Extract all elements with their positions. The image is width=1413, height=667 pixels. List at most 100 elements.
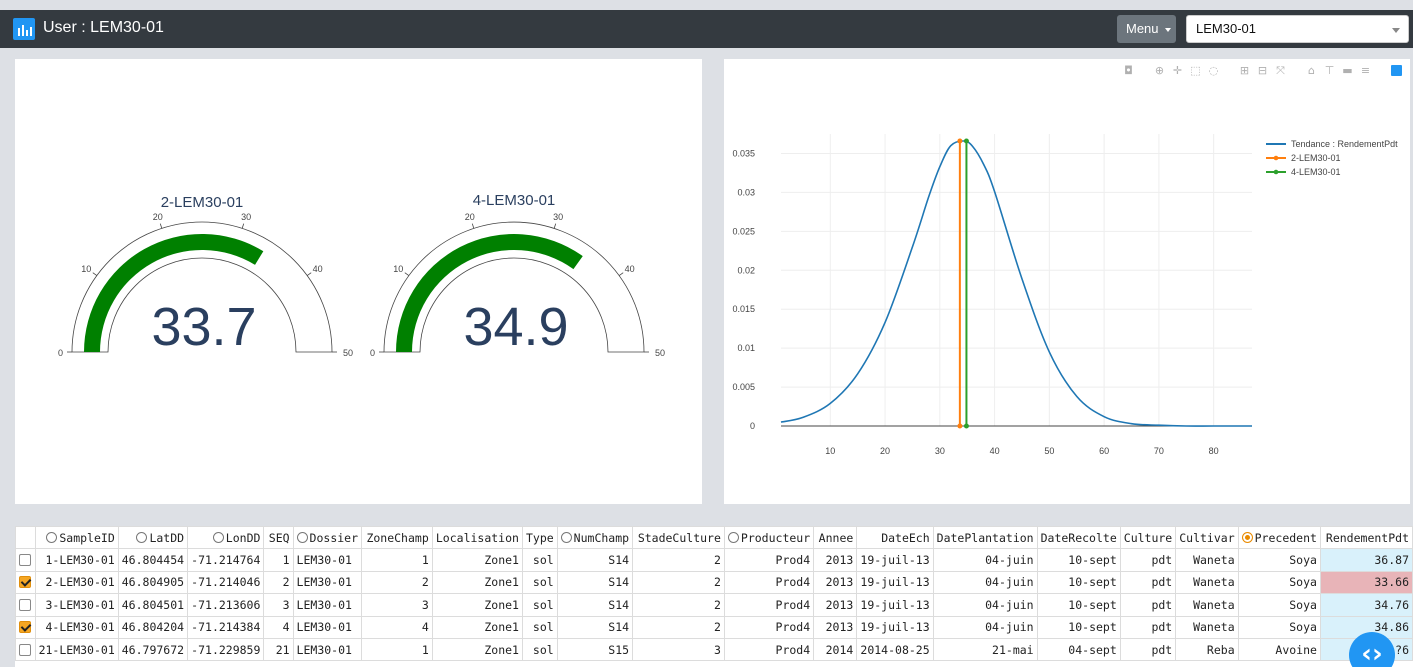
column-header[interactable]: DateEch xyxy=(856,526,934,550)
column-header[interactable]: Localisation xyxy=(431,526,523,550)
row-checkbox[interactable] xyxy=(19,576,32,589)
reset-axes-icon[interactable]: ⌂ xyxy=(1306,65,1317,76)
hover-closest-icon[interactable]: ▬ xyxy=(1342,65,1353,76)
column-header-label: NumChamp xyxy=(573,530,630,545)
table-cell: pdt xyxy=(1119,637,1177,662)
table-cell: 21-mai xyxy=(932,637,1038,662)
table-cell: Waneta xyxy=(1175,570,1239,595)
radio-button[interactable] xyxy=(136,531,148,543)
row-checkbox[interactable] xyxy=(19,643,32,656)
row-checkbox[interactable] xyxy=(19,554,32,567)
column-header-label: DatePlantation xyxy=(936,530,1034,545)
table-cell: sol xyxy=(521,570,558,595)
gauge-tick xyxy=(92,272,98,276)
table-cell: 04-juin xyxy=(932,593,1038,617)
column-header[interactable]: Precedent xyxy=(1237,526,1321,550)
table-cell: 2-LEM30-01 xyxy=(34,570,119,595)
column-header[interactable]: NumChamp xyxy=(556,526,634,550)
table-cell: 36.87 xyxy=(1319,548,1413,572)
hover-compare-icon[interactable]: ≡ xyxy=(1360,65,1371,76)
column-header[interactable]: SEQ xyxy=(263,526,294,550)
legend-item[interactable]: 2-LEM30-01 xyxy=(1266,153,1341,163)
samples-table: SampleID LatDD LonDD SEQ Dossier ZoneChamp Loc… xyxy=(15,526,1413,662)
plotly-logo-icon[interactable] xyxy=(1391,65,1402,76)
table-row[interactable]: 3-LEM30-01 46.804501 -71.213606 3 LEM30-01 3 Z… xyxy=(15,593,1413,617)
table-cell: 3-LEM30-01 xyxy=(34,593,119,617)
column-header[interactable]: Culture xyxy=(1119,526,1177,550)
column-header[interactable]: Type xyxy=(521,526,558,550)
table-cell: LEM30-01 xyxy=(292,637,363,662)
radio-button[interactable] xyxy=(1241,531,1253,543)
column-header[interactable]: LatDD xyxy=(117,526,189,550)
gauge-tick xyxy=(471,223,475,229)
column-header[interactable]: Annee xyxy=(813,526,858,550)
table-cell: -71.214384 xyxy=(187,615,265,639)
column-header[interactable] xyxy=(15,526,36,550)
column-header[interactable]: DatePlantation xyxy=(932,526,1038,550)
y-tick-label: 0.02 xyxy=(737,265,755,275)
row-checkbox[interactable] xyxy=(19,621,32,634)
table-cell: pdt xyxy=(1119,570,1177,595)
column-header-label: Dossier xyxy=(309,530,359,545)
radio-button[interactable] xyxy=(560,531,572,543)
gauge-tick xyxy=(404,272,410,276)
table-row[interactable]: 2-LEM30-01 46.804905 -71.214046 2 LEM30-01 2 Z… xyxy=(15,570,1413,595)
table-cell: -71.214764 xyxy=(187,548,265,572)
spike-lines-icon[interactable]: ⊤ xyxy=(1324,65,1335,76)
pan-icon[interactable]: ✛ xyxy=(1172,65,1183,76)
page-title: User : LEM30-01 xyxy=(43,19,164,36)
user-select-value: LEM30-01 xyxy=(1196,21,1256,36)
zoom-out-icon[interactable]: ⊟ xyxy=(1257,65,1268,76)
table-cell: LEM30-01 xyxy=(292,570,363,595)
zoom-in-icon[interactable]: ⊞ xyxy=(1239,65,1250,76)
table-cell: 10-sept xyxy=(1036,593,1121,617)
column-header[interactable]: SampleID xyxy=(34,526,119,550)
gauge-tick xyxy=(553,223,557,229)
radio-button[interactable] xyxy=(212,531,224,543)
table-cell: Avoine xyxy=(1237,637,1321,662)
table-row[interactable]: 1-LEM30-01 46.804454 -71.214764 1 LEM30-01 1 Z… xyxy=(15,548,1413,572)
radio-button[interactable] xyxy=(727,531,739,543)
distribution-chart-panel: ◘ ⊕ ✛ ⬚ ◌ ⊞ ⊟ ⤧ ⌂ ⊤ ▬ ≡ 10 20 30 40 50 60 70 80 0 0.005 0.01 0… xyxy=(724,59,1410,504)
table-cell: 10-sept xyxy=(1036,548,1121,572)
legend-item[interactable]: 4-LEM30-01 xyxy=(1266,167,1341,177)
row-checkbox[interactable] xyxy=(19,598,32,611)
y-tick-label: 0.015 xyxy=(732,304,755,314)
table-cell: 1 xyxy=(263,548,294,572)
menu-button[interactable]: Menu xyxy=(1117,15,1176,43)
column-header[interactable]: LonDD xyxy=(187,526,265,550)
column-header[interactable]: Cultivar xyxy=(1175,526,1239,550)
column-header[interactable]: ZoneChamp xyxy=(361,526,433,550)
table-cell: 21-LEM30-01 xyxy=(34,637,119,662)
x-tick-label: 10 xyxy=(825,446,835,456)
caret-down-icon xyxy=(1165,28,1171,32)
gauge-2: 0 10 20 30 40 50 4-LEM30-01 34.9 xyxy=(370,192,665,358)
zoom-icon[interactable]: ⊕ xyxy=(1154,65,1165,76)
legend-item[interactable]: Tendance : RendementPdt xyxy=(1266,139,1398,149)
radio-button[interactable] xyxy=(46,531,58,543)
table-cell: 33.66 xyxy=(1319,570,1413,595)
camera-icon[interactable]: ◘ xyxy=(1123,65,1134,76)
table-cell: 04-juin xyxy=(932,570,1038,595)
column-header[interactable]: RendementPdt xyxy=(1319,526,1413,550)
user-select[interactable]: LEM30-01 xyxy=(1186,15,1409,43)
column-header[interactable]: Dossier xyxy=(292,526,363,550)
radio-button[interactable] xyxy=(296,531,308,543)
box-select-icon[interactable]: ⬚ xyxy=(1190,65,1201,76)
table-row[interactable]: 21-LEM30-01 46.797672 -71.229859 21 LEM30-01… xyxy=(15,637,1413,662)
table-row[interactable]: 4-LEM30-01 46.804204 -71.214384 4 LEM30-01 4 Z… xyxy=(15,615,1413,639)
legend-marker xyxy=(1273,169,1279,175)
column-header[interactable]: DateRecolte xyxy=(1036,526,1121,550)
column-header[interactable]: StadeCulture xyxy=(632,526,725,550)
row-checkbox-cell xyxy=(15,570,36,595)
column-header[interactable]: Producteur xyxy=(723,526,815,550)
autoscale-icon[interactable]: ⤧ xyxy=(1275,65,1286,76)
table-cell: Prod4 xyxy=(723,637,815,662)
distribution-chart: 10 20 30 40 50 60 70 80 0 0.005 0.01 0.015 0.02 0.025… xyxy=(732,134,1398,456)
table-cell: LEM30-01 xyxy=(292,615,363,639)
table-cell: 2 xyxy=(632,593,725,617)
lasso-icon[interactable]: ◌ xyxy=(1208,65,1219,76)
legend-label: Tendance : RendementPdt xyxy=(1291,139,1398,149)
gauge-title: 4-LEM30-01 xyxy=(473,192,556,209)
code-brackets-icon: ‹› xyxy=(1361,639,1383,667)
